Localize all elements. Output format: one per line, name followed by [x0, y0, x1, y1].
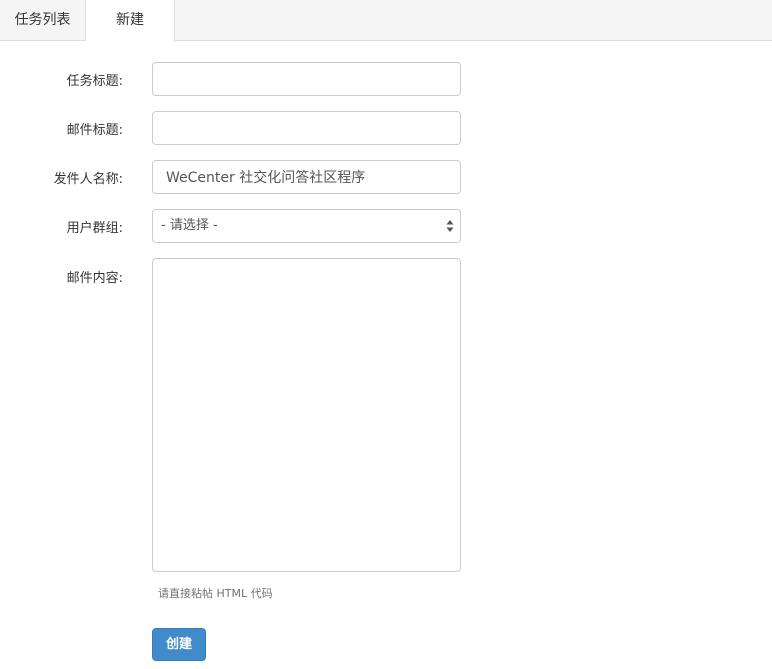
mail-content-textarea[interactable]	[152, 258, 461, 572]
email-task-page: 任务列表 新建 任务标题: 邮件标题: 发件人名称: 用户群组: - 请选择 -…	[0, 0, 772, 669]
mail-subject-input[interactable]	[152, 111, 461, 145]
tab-bar: 任务列表 新建	[0, 0, 772, 42]
select-arrows-icon	[446, 220, 454, 232]
user-group-select[interactable]: - 请选择 -	[152, 209, 461, 243]
create-button[interactable]: 创建	[152, 628, 206, 661]
user-group-selected-value: - 请选择 -	[161, 218, 218, 233]
mail-content-help-text: 请直接粘帖 HTML 代码	[158, 587, 273, 600]
task-title-input[interactable]	[152, 62, 461, 96]
sender-name-label: 发件人名称:	[53, 172, 123, 187]
sender-name-input[interactable]	[152, 160, 461, 194]
tab-task-list[interactable]: 任务列表	[0, 0, 86, 41]
user-group-label: 用户群组:	[66, 221, 123, 236]
mail-subject-label: 邮件标题:	[66, 123, 123, 138]
mail-content-label: 邮件内容:	[66, 271, 123, 286]
task-title-label: 任务标题:	[66, 74, 123, 89]
tab-new[interactable]: 新建	[86, 0, 175, 42]
